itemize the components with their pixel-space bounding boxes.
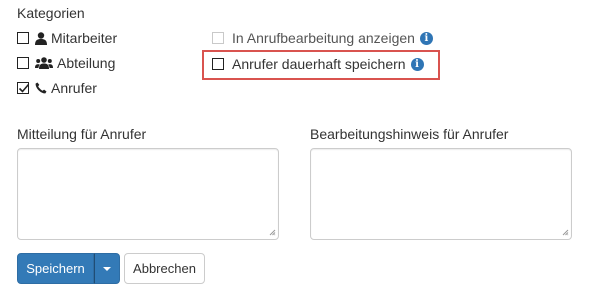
cancel-button[interactable]: Abbrechen [124,253,205,284]
category-label-abteilung: Abteilung [57,55,116,71]
show-in-processing-checkbox [212,32,224,44]
save-caller-permanently-label: Anrufer dauerhaft speichern [232,56,406,72]
category-label-mitarbeiter: Mitarbeiter [51,30,118,46]
resize-grip-icon[interactable] [268,228,276,236]
mitarbeiter-checkbox[interactable] [17,32,29,44]
option-save-caller-permanently[interactable]: Anrufer dauerhaft speichern i [212,54,424,74]
save-dropdown-toggle[interactable] [94,253,120,284]
checkmark-icon [18,83,30,93]
anrufer-checkbox[interactable] [17,82,30,94]
info-icon[interactable]: i [410,57,424,71]
show-in-processing-label: In Anrufbearbeitung anzeigen [232,30,415,46]
phone-icon [35,82,47,94]
info-icon[interactable]: i [419,31,433,45]
resize-grip-icon[interactable] [561,228,569,236]
save-button[interactable]: Speichern [17,253,94,284]
abteilung-checkbox[interactable] [17,57,29,69]
note-textarea[interactable] [310,148,572,240]
category-mitarbeiter[interactable]: Mitarbeiter [17,28,117,48]
caret-down-icon [103,266,111,271]
category-abteilung[interactable]: Abteilung [17,53,115,73]
category-label-anrufer: Anrufer [51,80,97,96]
save-caller-permanently-checkbox[interactable] [212,58,224,70]
categories-label: Kategorien [17,5,85,21]
users-icon [35,57,53,69]
message-field-label: Mitteilung für Anrufer [17,126,147,142]
category-anrufer[interactable]: Anrufer [17,78,97,98]
note-field-label: Bearbeitungshinweis für Anrufer [310,126,509,142]
option-show-in-processing: In Anrufbearbeitung anzeigen i [212,28,433,48]
user-icon [35,31,47,45]
message-textarea[interactable] [17,148,279,240]
